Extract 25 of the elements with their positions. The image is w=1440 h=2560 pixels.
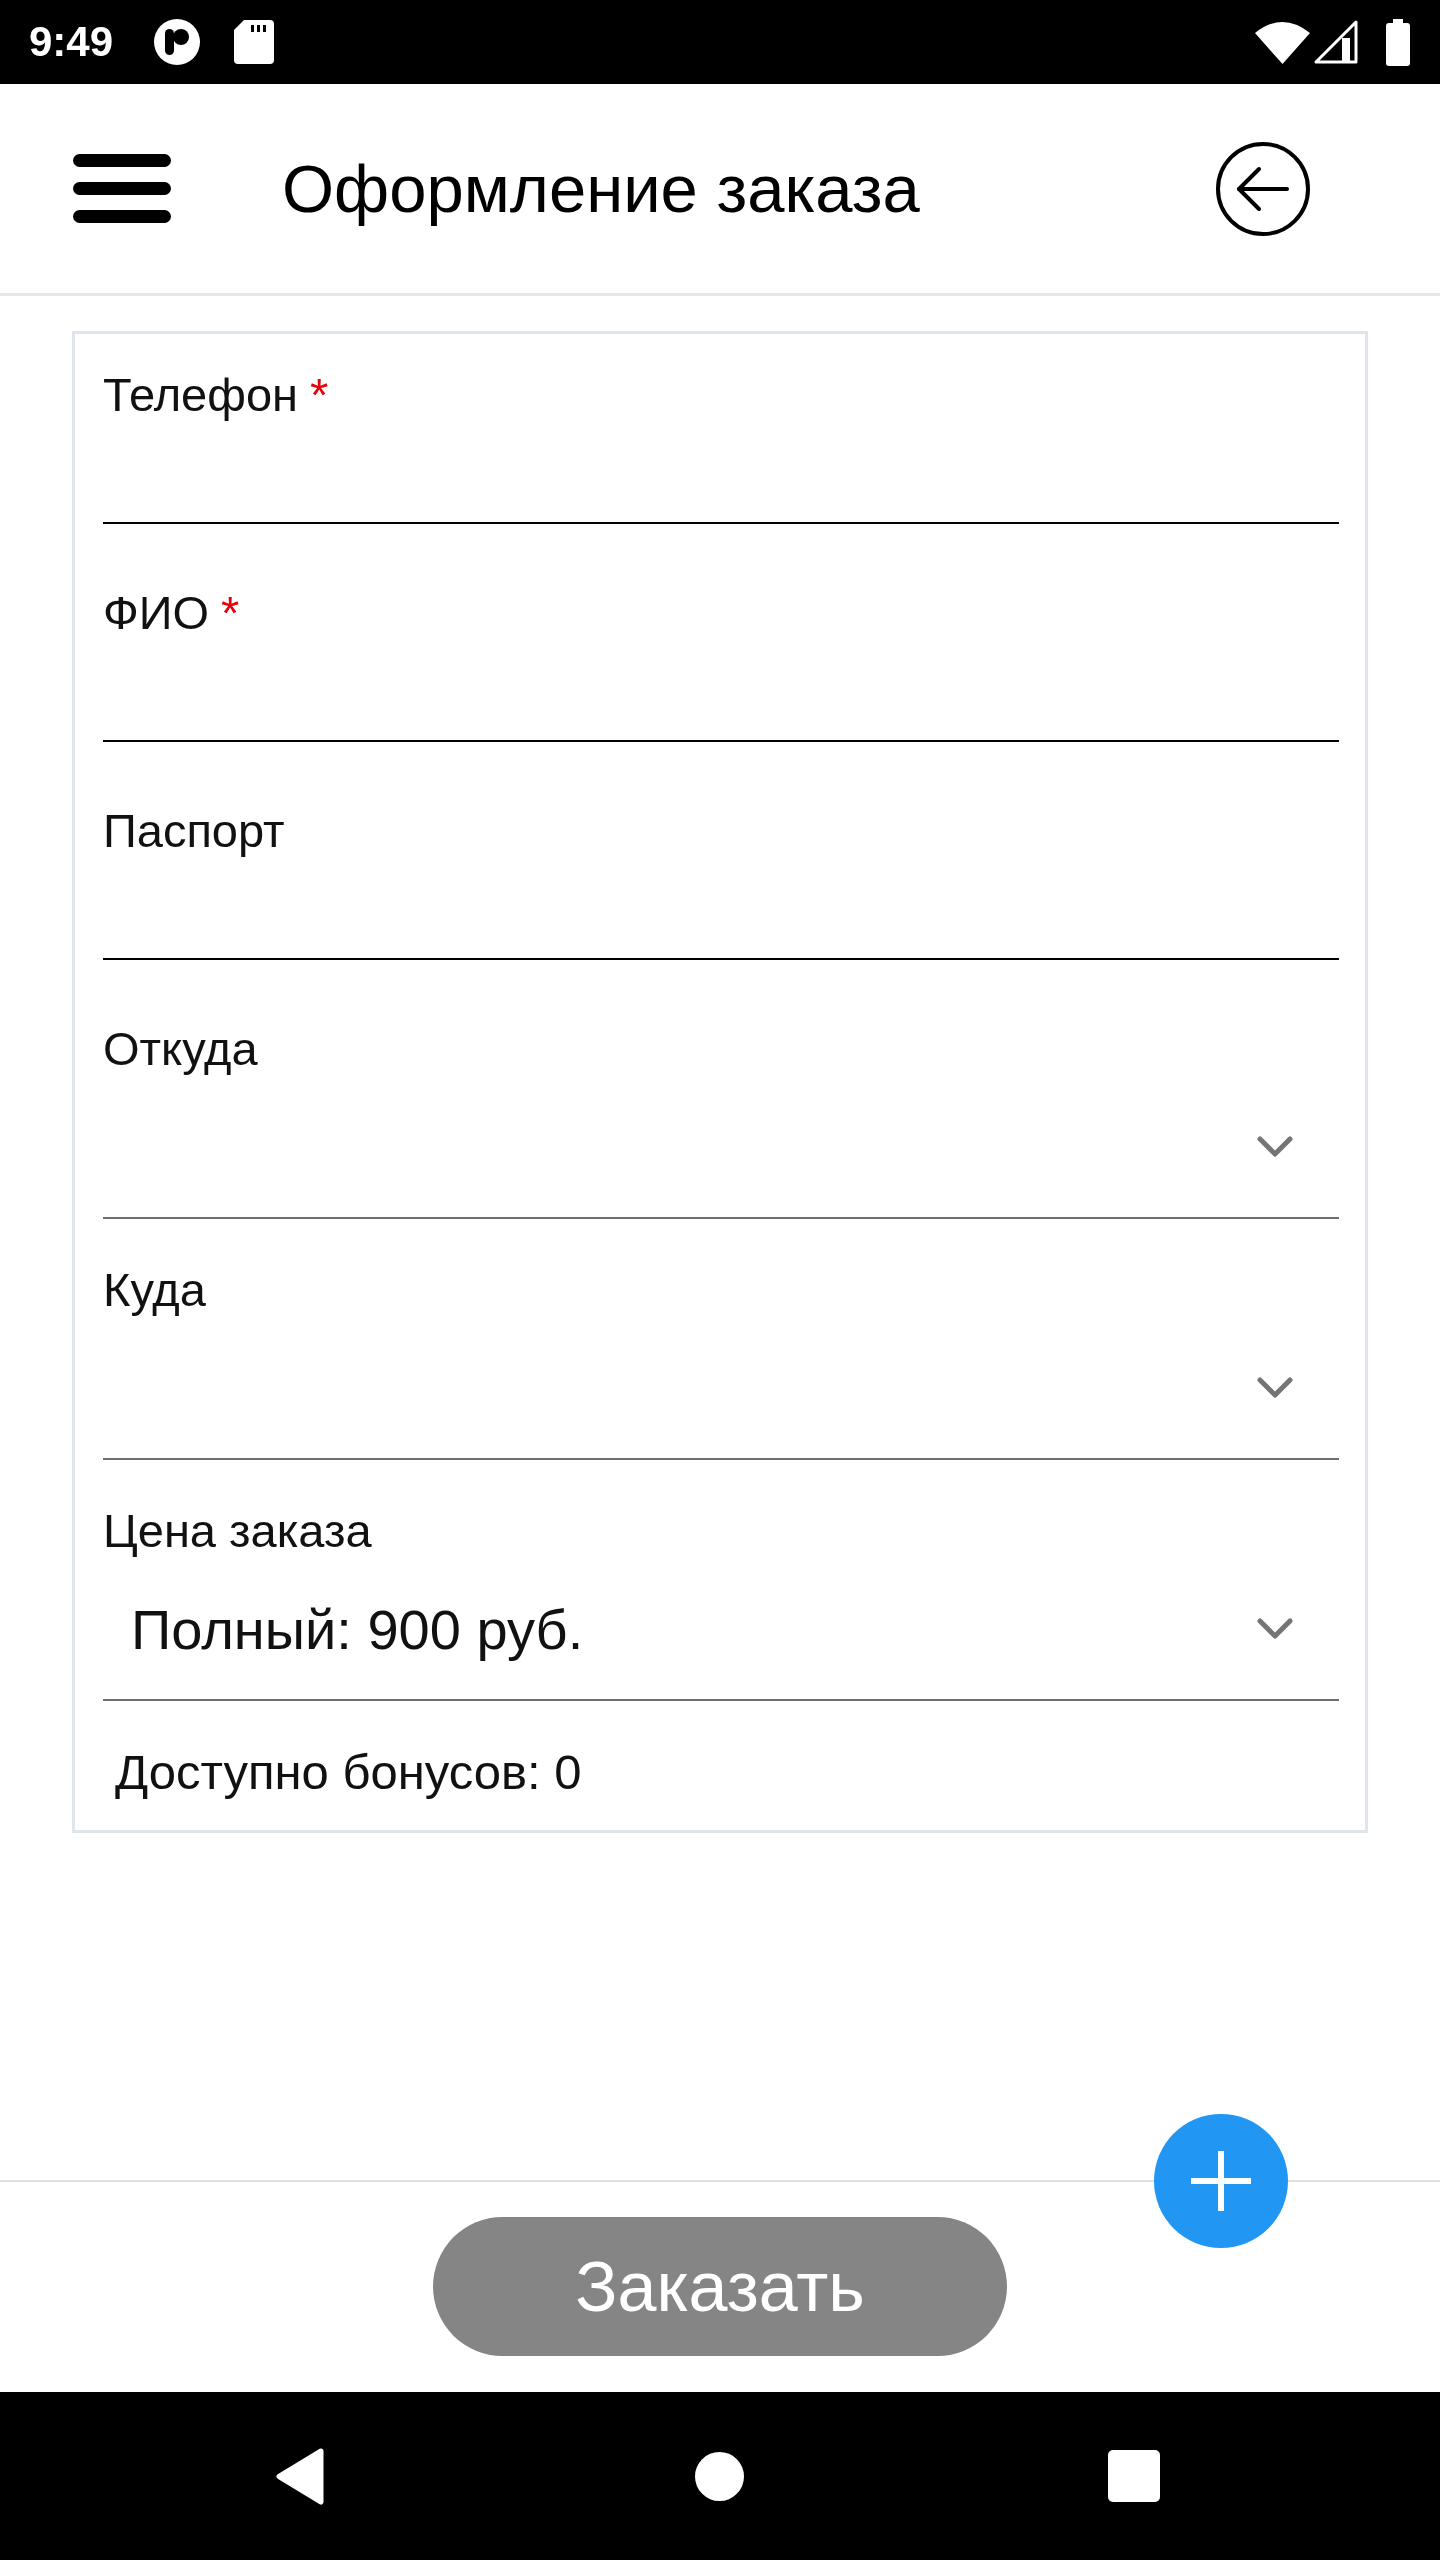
notification-icon: [153, 19, 202, 65]
sd-card-icon: [234, 20, 275, 64]
chevron-down-icon: [1257, 1136, 1293, 1158]
page-title: Оформление заказа: [282, 150, 921, 227]
field-label: Куда: [103, 1262, 206, 1318]
chevron-down-icon: [1257, 1618, 1293, 1640]
nav-recents-icon[interactable]: [1108, 2450, 1160, 2502]
field-label: Телефон: [103, 367, 298, 423]
nav-home-icon[interactable]: [695, 2451, 744, 2501]
field-label: Цена заказа: [103, 1503, 372, 1559]
field-label: Паспорт: [103, 803, 285, 859]
field-label: ФИО: [103, 585, 210, 641]
required-asterisk: *: [310, 367, 329, 423]
field-label: Откуда: [103, 1021, 258, 1077]
wifi-icon: [1255, 20, 1310, 64]
plus-icon: [1191, 2151, 1251, 2211]
chevron-down-icon: [1257, 1377, 1293, 1399]
status-time: 9:49: [29, 18, 114, 66]
nav-back-icon[interactable]: [275, 2447, 325, 2505]
bonus-balance-text: Доступно бонусов: 0: [114, 1744, 583, 1800]
dropdown-field[interactable]: Полный: 900 руб.: [103, 1559, 1339, 1701]
battery-icon: [1386, 18, 1410, 66]
required-asterisk: *: [221, 585, 240, 641]
signal-icon: [1314, 20, 1358, 64]
menu-icon[interactable]: [73, 154, 171, 223]
